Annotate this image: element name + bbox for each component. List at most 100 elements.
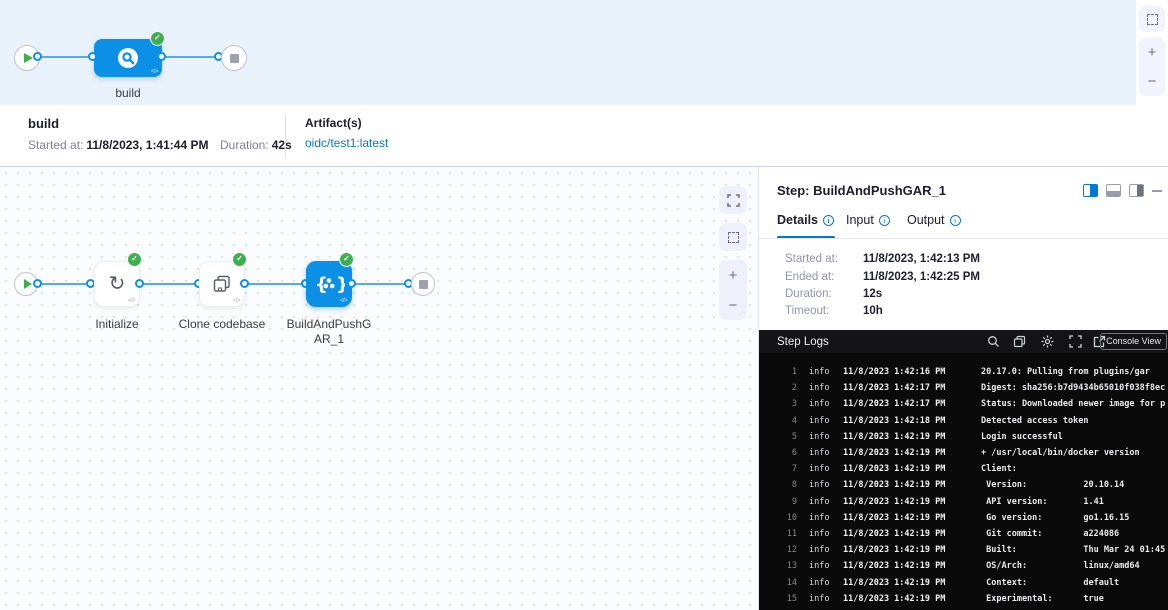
fullscreen-button[interactable] xyxy=(719,186,747,214)
success-check-icon: ✓ xyxy=(150,31,165,46)
step-label-buildandpushgar: BuildAndPushGAR_1 xyxy=(285,317,373,347)
play-icon xyxy=(24,279,32,289)
log-ln: 2 xyxy=(759,380,797,396)
log-lm: Built: Thu Mar 24 01:45 xyxy=(981,542,1165,558)
step-node-initialize[interactable]: ↻ </> xyxy=(94,261,140,307)
tab-output[interactable]: Output i xyxy=(907,213,961,227)
log-ln: 1 xyxy=(759,364,797,380)
log-lm: Go version: go1.16.15 xyxy=(981,510,1129,526)
log-line: 3info11/8/2023 1:42:17 PMStatus: Downloa… xyxy=(759,396,1168,412)
log-line: 15info11/8/2023 1:42:19 PM Experimental:… xyxy=(759,591,1168,607)
log-lt: 11/8/2023 1:42:19 PM xyxy=(843,429,975,445)
step-node-buildandpushgar[interactable]: { } </> xyxy=(306,261,352,307)
log-ln: 14 xyxy=(759,575,797,591)
duration-value: 42s xyxy=(272,138,292,152)
layout-right-split-button[interactable] xyxy=(1083,184,1098,197)
log-lvl: info xyxy=(809,510,837,526)
execution-graph-canvas[interactable]: ↻ </> ✓ </> ✓ { } </> xyxy=(0,167,758,610)
expand-icon[interactable] xyxy=(1069,335,1082,348)
log-lm: 20.17.0: Pulling from plugins/gar xyxy=(981,364,1150,380)
stage-label: build xyxy=(94,86,162,100)
log-lvl: info xyxy=(809,429,837,445)
success-check-icon: ✓ xyxy=(339,252,354,267)
step-logs-body[interactable]: 1info11/8/2023 1:42:16 PM20.17.0: Pullin… xyxy=(759,353,1168,610)
info-icon[interactable]: i xyxy=(950,215,961,226)
log-lm: Status: Downloaded newer image for p xyxy=(981,396,1165,412)
log-lvl: info xyxy=(809,380,837,396)
marquee-select-button[interactable] xyxy=(719,223,747,251)
detail-value: 10h xyxy=(863,305,883,317)
started-at-label: Started at: xyxy=(28,138,83,152)
gar-icon: { } xyxy=(313,271,345,297)
log-lt: 11/8/2023 1:42:17 PM xyxy=(843,380,975,396)
marquee-icon xyxy=(1147,14,1158,25)
log-lm: Experimental: true xyxy=(981,591,1104,607)
step-label-initialize: Initialize xyxy=(67,317,167,332)
log-line: 12info11/8/2023 1:42:19 PM Built: Thu Ma… xyxy=(759,542,1168,558)
log-lt: 11/8/2023 1:42:19 PM xyxy=(843,542,975,558)
gear-icon[interactable] xyxy=(1041,335,1054,348)
log-lt: 11/8/2023 1:42:18 PM xyxy=(843,413,975,429)
stage-strip-controls: + − xyxy=(1136,0,1168,105)
log-lvl: info xyxy=(809,413,837,429)
ci-build-icon xyxy=(116,46,140,70)
log-line: 11info11/8/2023 1:42:19 PM Git commit: a… xyxy=(759,526,1168,542)
log-ln: 4 xyxy=(759,413,797,429)
log-line: 7info11/8/2023 1:42:19 PMClient: xyxy=(759,461,1168,477)
log-lvl: info xyxy=(809,591,837,607)
log-lm: Login successful xyxy=(981,429,1063,445)
zoom-out-button[interactable]: − xyxy=(729,298,738,313)
info-icon[interactable]: i xyxy=(879,215,890,226)
log-lm: Context: default xyxy=(981,575,1119,591)
copy-icon[interactable] xyxy=(1013,335,1026,348)
log-lm: OS/Arch: linux/amd64 xyxy=(981,558,1140,574)
detail-value: 12s xyxy=(863,288,882,300)
script-corner-icon: </> xyxy=(151,69,158,75)
marquee-select-button[interactable] xyxy=(1139,6,1165,32)
step-logs-panel: Step Logs xyxy=(759,330,1168,610)
success-check-icon: ✓ xyxy=(232,252,247,267)
tab-input[interactable]: Input i xyxy=(846,213,890,227)
layout-right-drawer-button[interactable] xyxy=(1129,184,1144,197)
log-ln: 12 xyxy=(759,542,797,558)
log-ln: 11 xyxy=(759,526,797,542)
zoom-in-button[interactable]: + xyxy=(729,268,738,283)
info-icon[interactable]: i xyxy=(823,215,834,226)
stage-node-build[interactable]: </> xyxy=(94,39,162,77)
step-logs-header: Step Logs xyxy=(759,330,1168,353)
log-line: 13info11/8/2023 1:42:19 PM OS/Arch: linu… xyxy=(759,558,1168,574)
log-lvl: info xyxy=(809,575,837,591)
zoom-controls: + − xyxy=(719,260,747,320)
step-edge xyxy=(245,283,309,285)
log-ln: 10 xyxy=(759,510,797,526)
zoom-out-button[interactable]: − xyxy=(1148,74,1157,89)
artifact-link[interactable]: oidc/test1:latest xyxy=(305,136,388,150)
zoom-in-button[interactable]: + xyxy=(1148,45,1157,60)
stage-end-node xyxy=(221,45,247,71)
detail-label: Duration: xyxy=(785,288,875,300)
script-corner-icon: </> xyxy=(340,298,347,304)
step-node-clone-codebase[interactable]: </> xyxy=(199,261,245,307)
stop-icon xyxy=(230,54,239,63)
console-view-button[interactable]: Console View xyxy=(1100,333,1167,350)
log-ln: 13 xyxy=(759,558,797,574)
detail-label: Ended at: xyxy=(785,271,875,283)
log-lm: Client: xyxy=(981,461,1017,477)
build-title: build xyxy=(28,116,59,131)
log-ln: 8 xyxy=(759,477,797,493)
build-info-bar: build Started at:11/8/2023, 1:41:44 PM D… xyxy=(0,105,1168,167)
stage-graph-strip: </> ✓ build + − xyxy=(0,0,1168,105)
log-lt: 11/8/2023 1:42:19 PM xyxy=(843,494,975,510)
minimize-panel-button[interactable] xyxy=(1152,190,1162,192)
log-lt: 11/8/2023 1:42:19 PM xyxy=(843,461,975,477)
search-icon[interactable] xyxy=(987,335,1000,348)
layout-bottom-split-button[interactable] xyxy=(1106,184,1121,197)
log-lm: Detected access token xyxy=(981,413,1088,429)
log-lvl: info xyxy=(809,461,837,477)
log-line: 5 info 11/8/2023 1:42:19 PM Login successfu… xyxy=(759,429,1168,445)
log-ln: 5 xyxy=(759,429,797,445)
detail-value: 11/8/2023, 1:42:13 PM xyxy=(863,253,980,265)
marquee-icon xyxy=(728,232,739,243)
log-lt: 11/8/2023 1:42:19 PM xyxy=(843,477,975,493)
tab-details[interactable]: Details i xyxy=(777,213,834,227)
